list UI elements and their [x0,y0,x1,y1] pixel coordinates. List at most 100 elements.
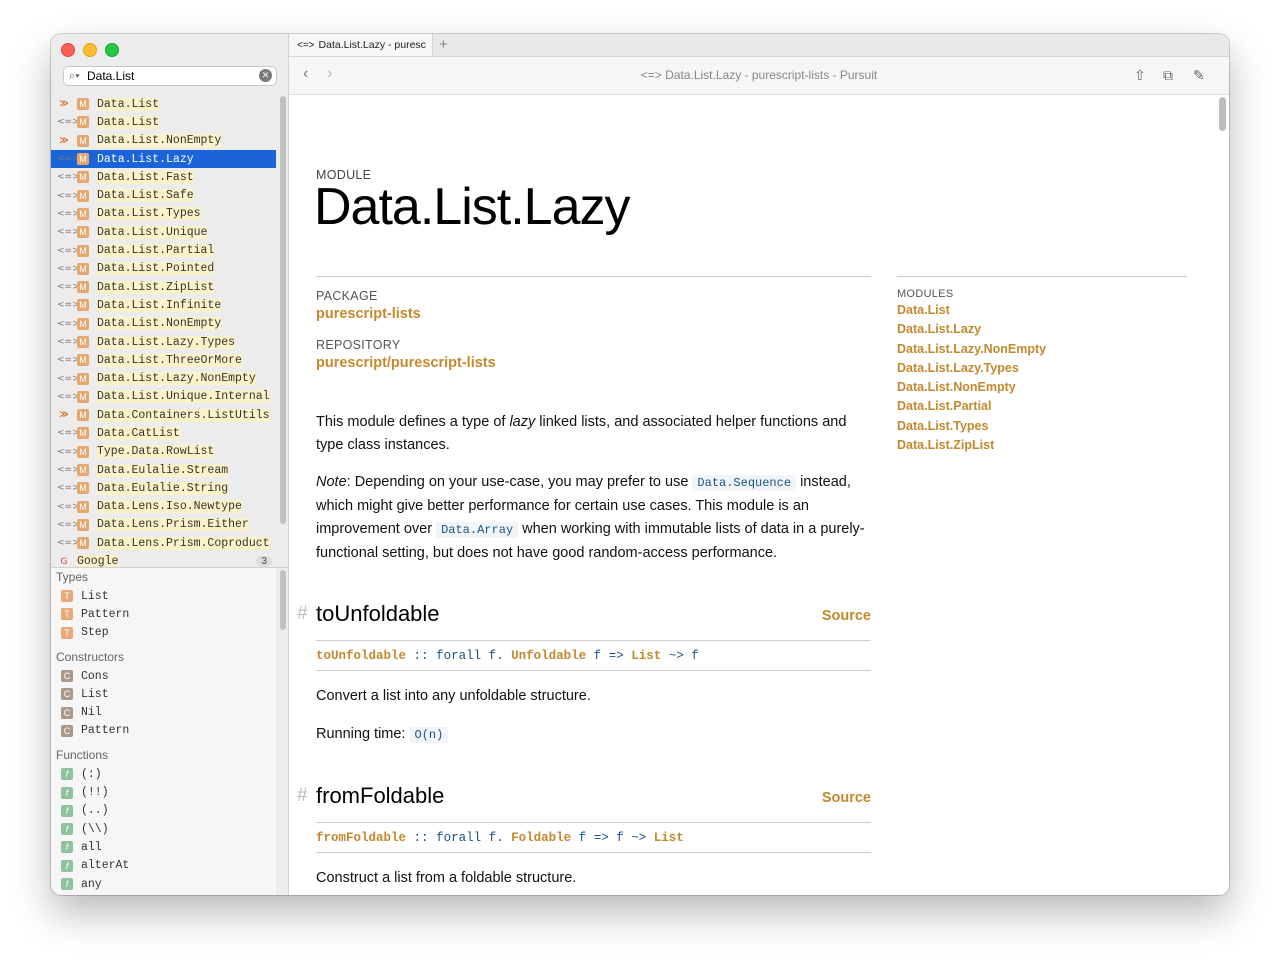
type-item[interactable]: T Step [51,624,276,642]
search-result-item[interactable]: <=> M Data.List.Lazy.Types [51,333,276,351]
repository-link[interactable]: purescript/purescript-lists [316,355,496,371]
sig-type[interactable]: Unfoldable [511,649,586,663]
constructor-item[interactable]: C Pattern [51,722,276,740]
result-label: Data.List.Safe [97,189,194,203]
function-badge-icon: f [61,804,73,817]
module-link[interactable]: Data.List.Lazy.NonEmpty [897,342,1046,361]
pursuit-icon: <=> [640,68,662,82]
minimize-window-button[interactable] [83,43,97,57]
sig-token: ~> [631,831,647,845]
module-badge-icon: M [77,464,89,477]
function-item[interactable]: f any [51,875,276,893]
function-item[interactable]: f alterAt [51,857,276,875]
bookmarks-icon[interactable]: ⧉ [1163,67,1173,84]
pursuit-icon: <=> [57,227,80,238]
function-item[interactable]: f all [51,838,276,856]
sig-token: => [608,649,624,663]
search-result-item[interactable]: <=> M Data.List.Pointed [51,260,276,278]
text: This module defines a type of [316,414,510,430]
close-window-button[interactable] [61,43,75,57]
search-result-item[interactable]: <=> M Data.Lens.Prism.Either [51,516,276,534]
search-icon[interactable]: ⌕▾ [69,70,87,83]
search-result-item[interactable]: <=> M Type.Data.RowList [51,443,276,461]
search-result-item[interactable]: <=> M Data.List.NonEmpty [51,315,276,333]
search-result-item[interactable]: <=> M Data.List.Lazy.NonEmpty [51,369,276,387]
share-icon[interactable]: ⇧ [1134,67,1146,84]
annotate-icon[interactable]: ✎ [1193,67,1205,84]
symbol-index: Types T List T Pattern T Step Constructors CC… [51,568,276,895]
search-result-item[interactable]: <=> M Data.Lens.Iso.Newtype [51,498,276,516]
module-badge-icon: M [77,116,89,129]
inline-code: Data.Sequence [692,475,797,491]
pursuit-icon: <=> [57,337,80,347]
sig-type[interactable]: Foldable [511,831,571,845]
pursuit-tab-icon: <=> [297,39,315,51]
type-item[interactable]: T List [51,587,276,605]
source-link[interactable]: Source [822,608,871,624]
function-item[interactable]: f (:) [51,765,276,783]
module-link[interactable]: Data.List.Partial [897,399,1046,418]
search-result-item[interactable]: <=> M Data.Lens.Prism.Coproduct [51,534,276,552]
constructor-label: Nil [81,706,102,720]
module-link[interactable]: Data.List [897,303,1046,322]
tab-data-list-lazy[interactable]: <=> Data.List.Lazy - puresc [289,34,433,56]
module-badge-icon: M [77,537,89,550]
search-result-item[interactable]: <=> M Data.List.Fast [51,168,276,186]
tab-bar: <=> Data.List.Lazy - puresc + [289,34,1229,57]
module-badge-icon: M [77,427,89,440]
search-result-item[interactable]: G Google 3 [51,552,276,568]
search-result-item[interactable]: <=> M Data.List.Safe [51,186,276,204]
module-link[interactable]: Data.List.ZipList [897,438,1046,457]
search-result-item[interactable]: <=> M Data.List.Unique [51,223,276,241]
search-input[interactable] [87,69,247,83]
module-link[interactable]: Data.List.NonEmpty [897,380,1046,399]
result-label: Data.List.ThreeOrMore [97,353,242,367]
module-link[interactable]: Data.List.Lazy.Types [897,361,1046,380]
search-result-item[interactable]: ≫ M Data.List [51,95,276,113]
search-result-item[interactable]: <=> M Data.List.ZipList [51,278,276,296]
search-result-item[interactable]: <=> M Data.Eulalie.Stream [51,461,276,479]
function-label: all [81,840,102,854]
search-result-item[interactable]: ≫ M Data.List.NonEmpty [51,132,276,150]
source-link[interactable]: Source [822,790,871,806]
docset-icon-x: ≫ [59,135,69,146]
function-item[interactable]: f (!!) [51,783,276,801]
search-result-item[interactable]: <=> M Data.List [51,113,276,131]
sig-type[interactable]: List [654,831,684,845]
search-result-item[interactable]: <=> M Data.List.Partial [51,241,276,259]
result-label: Data.List.Pointed [97,262,215,276]
search-result-item[interactable]: ≫ M Data.Containers.ListUtils [51,406,276,424]
constructor-item[interactable]: C Cons [51,667,276,685]
text: : Depending on your use-case, you may pr… [346,474,693,490]
search-result-item[interactable]: <=> M Data.List.ThreeOrMore [51,351,276,369]
function-badge-icon: f [61,786,73,799]
type-item[interactable]: T Pattern [51,605,276,623]
module-badge-icon: M [77,98,89,111]
module-badge-icon: M [77,482,89,495]
module-link[interactable]: Data.List.Types [897,419,1046,438]
search-result-item[interactable]: <=> M Data.CatList [51,424,276,442]
search-result-item[interactable]: <=> M Data.Eulalie.String [51,479,276,497]
function-item[interactable]: f (\\) [51,820,276,838]
zoom-window-button[interactable] [105,43,119,57]
anchor-hash-icon[interactable]: # [297,603,308,625]
sig-type[interactable]: List [631,649,661,663]
clear-search-icon[interactable]: ✕ [259,69,272,82]
search-result-item[interactable]: <=> M Data.List.Lazy [51,149,276,169]
new-tab-button[interactable]: + [439,36,448,53]
module-link[interactable]: Data.List.Lazy [897,322,1046,341]
decl-title-toUnfoldable: toUnfoldable [316,601,440,626]
content-scrollbar[interactable] [1219,97,1226,131]
constructor-item[interactable]: C List [51,685,276,703]
symbols-scrollbar[interactable] [280,570,286,630]
package-link[interactable]: purescript-lists [316,306,421,322]
module-badge-icon: M [77,171,89,184]
search-result-item[interactable]: <=> M Data.List.Types [51,205,276,223]
anchor-hash-icon[interactable]: # [297,785,308,807]
result-label: Data.Eulalie.Stream [97,463,229,477]
search-result-item[interactable]: <=> M Data.List.Infinite [51,296,276,314]
results-scrollbar[interactable] [280,96,286,524]
function-item[interactable]: f (..) [51,802,276,820]
search-result-item[interactable]: <=> M Data.List.Unique.Internal [51,388,276,406]
constructor-item[interactable]: C Nil [51,703,276,721]
